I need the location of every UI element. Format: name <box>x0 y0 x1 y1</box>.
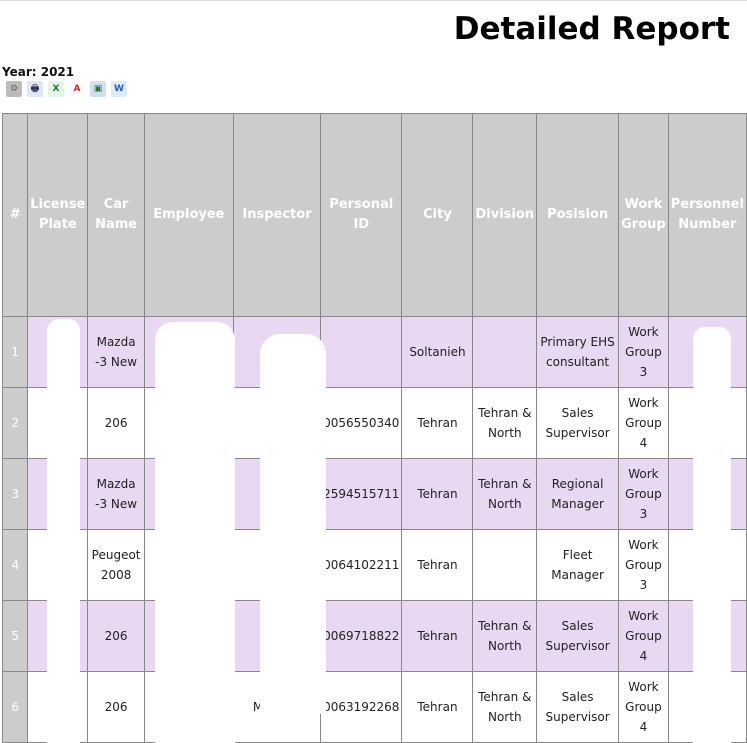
table-cell: 206 <box>87 600 145 672</box>
image-icon[interactable]: ▣ <box>90 81 106 97</box>
column-header[interactable]: Inspector <box>232 113 322 317</box>
table-cell <box>320 316 403 388</box>
column-header[interactable]: Division <box>472 113 538 317</box>
table-row: 282060056550340TehranTehran & NorthSales… <box>1 387 747 459</box>
table-cell: 2 <box>1 387 29 459</box>
table-cell: Tehran <box>401 600 474 672</box>
table-cell: Peugeot 2008 <box>87 529 145 601</box>
table-cell: 3 <box>1 458 29 530</box>
table-cell: Tehran <box>401 529 474 601</box>
table-cell: Tehran <box>401 671 474 743</box>
export-toolbar: ⚙ 🖶 X A ▣ W <box>6 81 127 97</box>
table-cell: 0063192268 <box>320 671 403 743</box>
table-cell: Work Group 3 <box>618 529 669 601</box>
table-cell: 206 <box>87 387 145 459</box>
table-row: 42Peugeot 2008M0064102211TehranFleet Man… <box>1 529 747 601</box>
column-header[interactable]: # <box>1 113 29 317</box>
table-cell: Primary EHS consultant <box>536 316 620 388</box>
print-icon[interactable]: 🖶 <box>27 81 43 97</box>
redaction <box>693 327 731 743</box>
table-cell: 2594515711 <box>320 458 403 530</box>
table-cell: 0064102211 <box>320 529 403 601</box>
table-row: 35Mazda -3 NewH2594515711TehranTehran & … <box>1 458 747 530</box>
table-cell: 4 <box>1 529 29 601</box>
table-cell: 5 <box>1 600 29 672</box>
table-cell: Fleet Manager <box>536 529 620 601</box>
table-cell: Tehran <box>401 458 474 530</box>
table-cell: Mazda -3 New <box>87 316 145 388</box>
table-header-row: # License Plate Car Name Employee Inspector P… <box>1 113 747 317</box>
table-cell: Work Group 4 <box>618 671 669 743</box>
column-header[interactable]: Car Name <box>87 113 145 317</box>
excel-icon[interactable]: X <box>48 81 64 97</box>
table-cell: Regional Manager <box>536 458 620 530</box>
table-row: 58206M0069718822TehranTehran & NorthSale… <box>1 600 747 672</box>
column-header[interactable]: Personnel Number <box>667 113 747 317</box>
redaction <box>47 319 80 743</box>
table-cell: 6 <box>1 671 29 743</box>
page-title: Detailed Report <box>453 11 730 47</box>
table-row: 68206PMotlagh0063192268TehranTehran & No… <box>1 671 747 743</box>
table-cell: Work Group 3 <box>618 458 669 530</box>
table-cell: 1 <box>1 316 29 388</box>
column-header[interactable]: Personal ID <box>320 113 403 317</box>
table-cell <box>472 316 538 388</box>
table-cell: Tehran & North <box>472 600 538 672</box>
redaction <box>260 334 326 714</box>
column-header[interactable]: Employee <box>143 113 234 317</box>
table-cell: Mazda -3 New <box>87 458 145 530</box>
table-cell: 0056550340 <box>320 387 403 459</box>
column-header[interactable]: Posision <box>536 113 620 317</box>
table-cell: 0069718822 <box>320 600 403 672</box>
table-cell: Sales Supervisor <box>536 387 620 459</box>
table-cell: 206 <box>87 671 145 743</box>
table-cell: Tehran & North <box>472 387 538 459</box>
table-cell: Soltanieh <box>401 316 474 388</box>
table-cell: Work Group 4 <box>618 387 669 459</box>
column-header[interactable]: City <box>401 113 474 317</box>
table-cell: Tehran & North <box>472 671 538 743</box>
report-table: # License Plate Car Name Employee Inspector P… <box>1 113 747 743</box>
column-header[interactable]: Work Group <box>618 113 669 317</box>
pdf-icon[interactable]: A <box>69 81 85 97</box>
year-label: Year: 2021 <box>2 65 75 79</box>
table-cell: Work Group 4 <box>618 600 669 672</box>
table-cell <box>472 529 538 601</box>
table-cell: Work Group 3 <box>618 316 669 388</box>
word-icon[interactable]: W <box>111 81 127 97</box>
table-cell: Tehran <box>401 387 474 459</box>
redaction <box>155 322 235 743</box>
table-cell: Sales Supervisor <box>536 671 620 743</box>
gear-icon[interactable]: ⚙ <box>6 81 22 97</box>
column-header[interactable]: License Plate <box>27 113 89 317</box>
table-row: 15Mazda -3 NewMo niSoltaniehPrimary EHS … <box>1 316 747 388</box>
table-cell: Sales Supervisor <box>536 600 620 672</box>
table-cell: Tehran & North <box>472 458 538 530</box>
